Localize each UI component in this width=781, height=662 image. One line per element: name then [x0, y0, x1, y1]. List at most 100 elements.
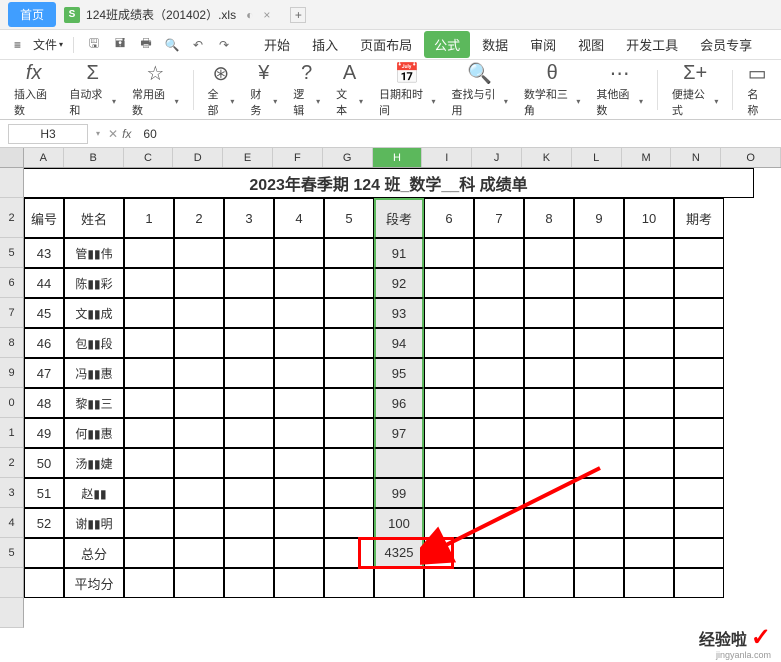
cell[interactable]: [624, 448, 674, 478]
cell[interactable]: [124, 238, 174, 268]
col-head-l[interactable]: L: [572, 148, 622, 167]
cell[interactable]: [674, 568, 724, 598]
cell-score[interactable]: 92: [374, 268, 424, 298]
cell[interactable]: [174, 448, 224, 478]
cell-num[interactable]: 49: [24, 418, 64, 448]
cell-score[interactable]: 95: [374, 358, 424, 388]
cell-num[interactable]: 47: [24, 358, 64, 388]
cell[interactable]: [324, 568, 374, 598]
cell[interactable]: [624, 268, 674, 298]
header-cell[interactable]: 编号: [24, 198, 64, 238]
cell-name[interactable]: 包▮▮段: [64, 328, 124, 358]
tab-dev[interactable]: 开发工具: [616, 31, 688, 58]
cell[interactable]: [24, 568, 64, 598]
header-cell[interactable]: 期考: [674, 198, 724, 238]
cell-name[interactable]: 何▮▮惠: [64, 418, 124, 448]
cell[interactable]: [674, 328, 724, 358]
cell[interactable]: [424, 238, 474, 268]
cell[interactable]: [274, 238, 324, 268]
cell[interactable]: [474, 268, 524, 298]
cell-num[interactable]: 51: [24, 478, 64, 508]
cell[interactable]: [124, 358, 174, 388]
file-menu[interactable]: 文件▾: [33, 36, 63, 53]
cell[interactable]: [224, 568, 274, 598]
col-head-h[interactable]: H: [373, 148, 423, 167]
cell[interactable]: [274, 448, 324, 478]
cell-num[interactable]: 43: [24, 238, 64, 268]
header-cell[interactable]: 6: [424, 198, 474, 238]
cell[interactable]: [224, 328, 274, 358]
cell-name[interactable]: 赵▮▮: [64, 478, 124, 508]
cell[interactable]: [124, 568, 174, 598]
row-head[interactable]: [0, 168, 24, 198]
cell[interactable]: [524, 238, 574, 268]
common-functions-button[interactable]: ☆ 常用函数: [126, 60, 185, 120]
cell[interactable]: [274, 298, 324, 328]
col-head-n[interactable]: N: [671, 148, 721, 167]
cell[interactable]: [174, 388, 224, 418]
row-head[interactable]: 4: [0, 508, 24, 538]
cell[interactable]: [624, 538, 674, 568]
col-head-j[interactable]: J: [472, 148, 522, 167]
print-icon[interactable]: 🖶: [136, 35, 156, 55]
cell[interactable]: [124, 538, 174, 568]
cell-score[interactable]: 97: [374, 418, 424, 448]
cancel-icon[interactable]: ✕: [108, 127, 118, 141]
cell[interactable]: [524, 508, 574, 538]
cell-num[interactable]: 48: [24, 388, 64, 418]
cell[interactable]: [574, 448, 624, 478]
cell[interactable]: [424, 388, 474, 418]
cell[interactable]: [174, 538, 224, 568]
cell[interactable]: [224, 418, 274, 448]
cell[interactable]: [324, 448, 374, 478]
cell[interactable]: [524, 478, 574, 508]
cell[interactable]: [174, 478, 224, 508]
cell[interactable]: [324, 268, 374, 298]
cell[interactable]: [674, 268, 724, 298]
cell[interactable]: [274, 538, 324, 568]
cell[interactable]: [224, 538, 274, 568]
cell[interactable]: [424, 358, 474, 388]
cell[interactable]: [224, 268, 274, 298]
cell[interactable]: [324, 238, 374, 268]
select-all-corner[interactable]: [0, 148, 24, 167]
header-cell[interactable]: 3: [224, 198, 274, 238]
col-head-g[interactable]: G: [323, 148, 373, 167]
cell[interactable]: [274, 508, 324, 538]
cell[interactable]: [324, 358, 374, 388]
header-cell[interactable]: 8: [524, 198, 574, 238]
col-head-a[interactable]: A: [24, 148, 64, 167]
cell[interactable]: [274, 328, 324, 358]
cell-name[interactable]: 谢▮▮明: [64, 508, 124, 538]
row-head[interactable]: 9: [0, 358, 24, 388]
cell[interactable]: [274, 478, 324, 508]
financial-button[interactable]: ¥ 财务: [244, 60, 283, 120]
cell[interactable]: [174, 298, 224, 328]
cell[interactable]: [224, 298, 274, 328]
row-head[interactable]: [0, 568, 24, 598]
cell[interactable]: [574, 328, 624, 358]
cell[interactable]: [224, 508, 274, 538]
cell[interactable]: [274, 388, 324, 418]
row-head[interactable]: 3: [0, 478, 24, 508]
cell-name[interactable]: 文▮▮成: [64, 298, 124, 328]
row-head[interactable]: 6: [0, 268, 24, 298]
cell[interactable]: [274, 568, 324, 598]
cell[interactable]: [674, 418, 724, 448]
row-head[interactable]: 1: [0, 418, 24, 448]
cell-num[interactable]: 45: [24, 298, 64, 328]
preview-icon[interactable]: 🔍: [162, 35, 182, 55]
header-cell[interactable]: 1: [124, 198, 174, 238]
tab-review[interactable]: 审阅: [520, 31, 566, 58]
cell[interactable]: [574, 358, 624, 388]
cell[interactable]: [674, 448, 724, 478]
cell-num[interactable]: 46: [24, 328, 64, 358]
cell[interactable]: [274, 418, 324, 448]
insert-function-button[interactable]: fx 插入函数: [8, 60, 59, 120]
cell-name[interactable]: 管▮▮伟: [64, 238, 124, 268]
cell[interactable]: [324, 328, 374, 358]
cell[interactable]: [674, 388, 724, 418]
row-head[interactable]: 5: [0, 238, 24, 268]
row-head[interactable]: 8: [0, 328, 24, 358]
total-label-cell[interactable]: 总分: [64, 538, 124, 568]
